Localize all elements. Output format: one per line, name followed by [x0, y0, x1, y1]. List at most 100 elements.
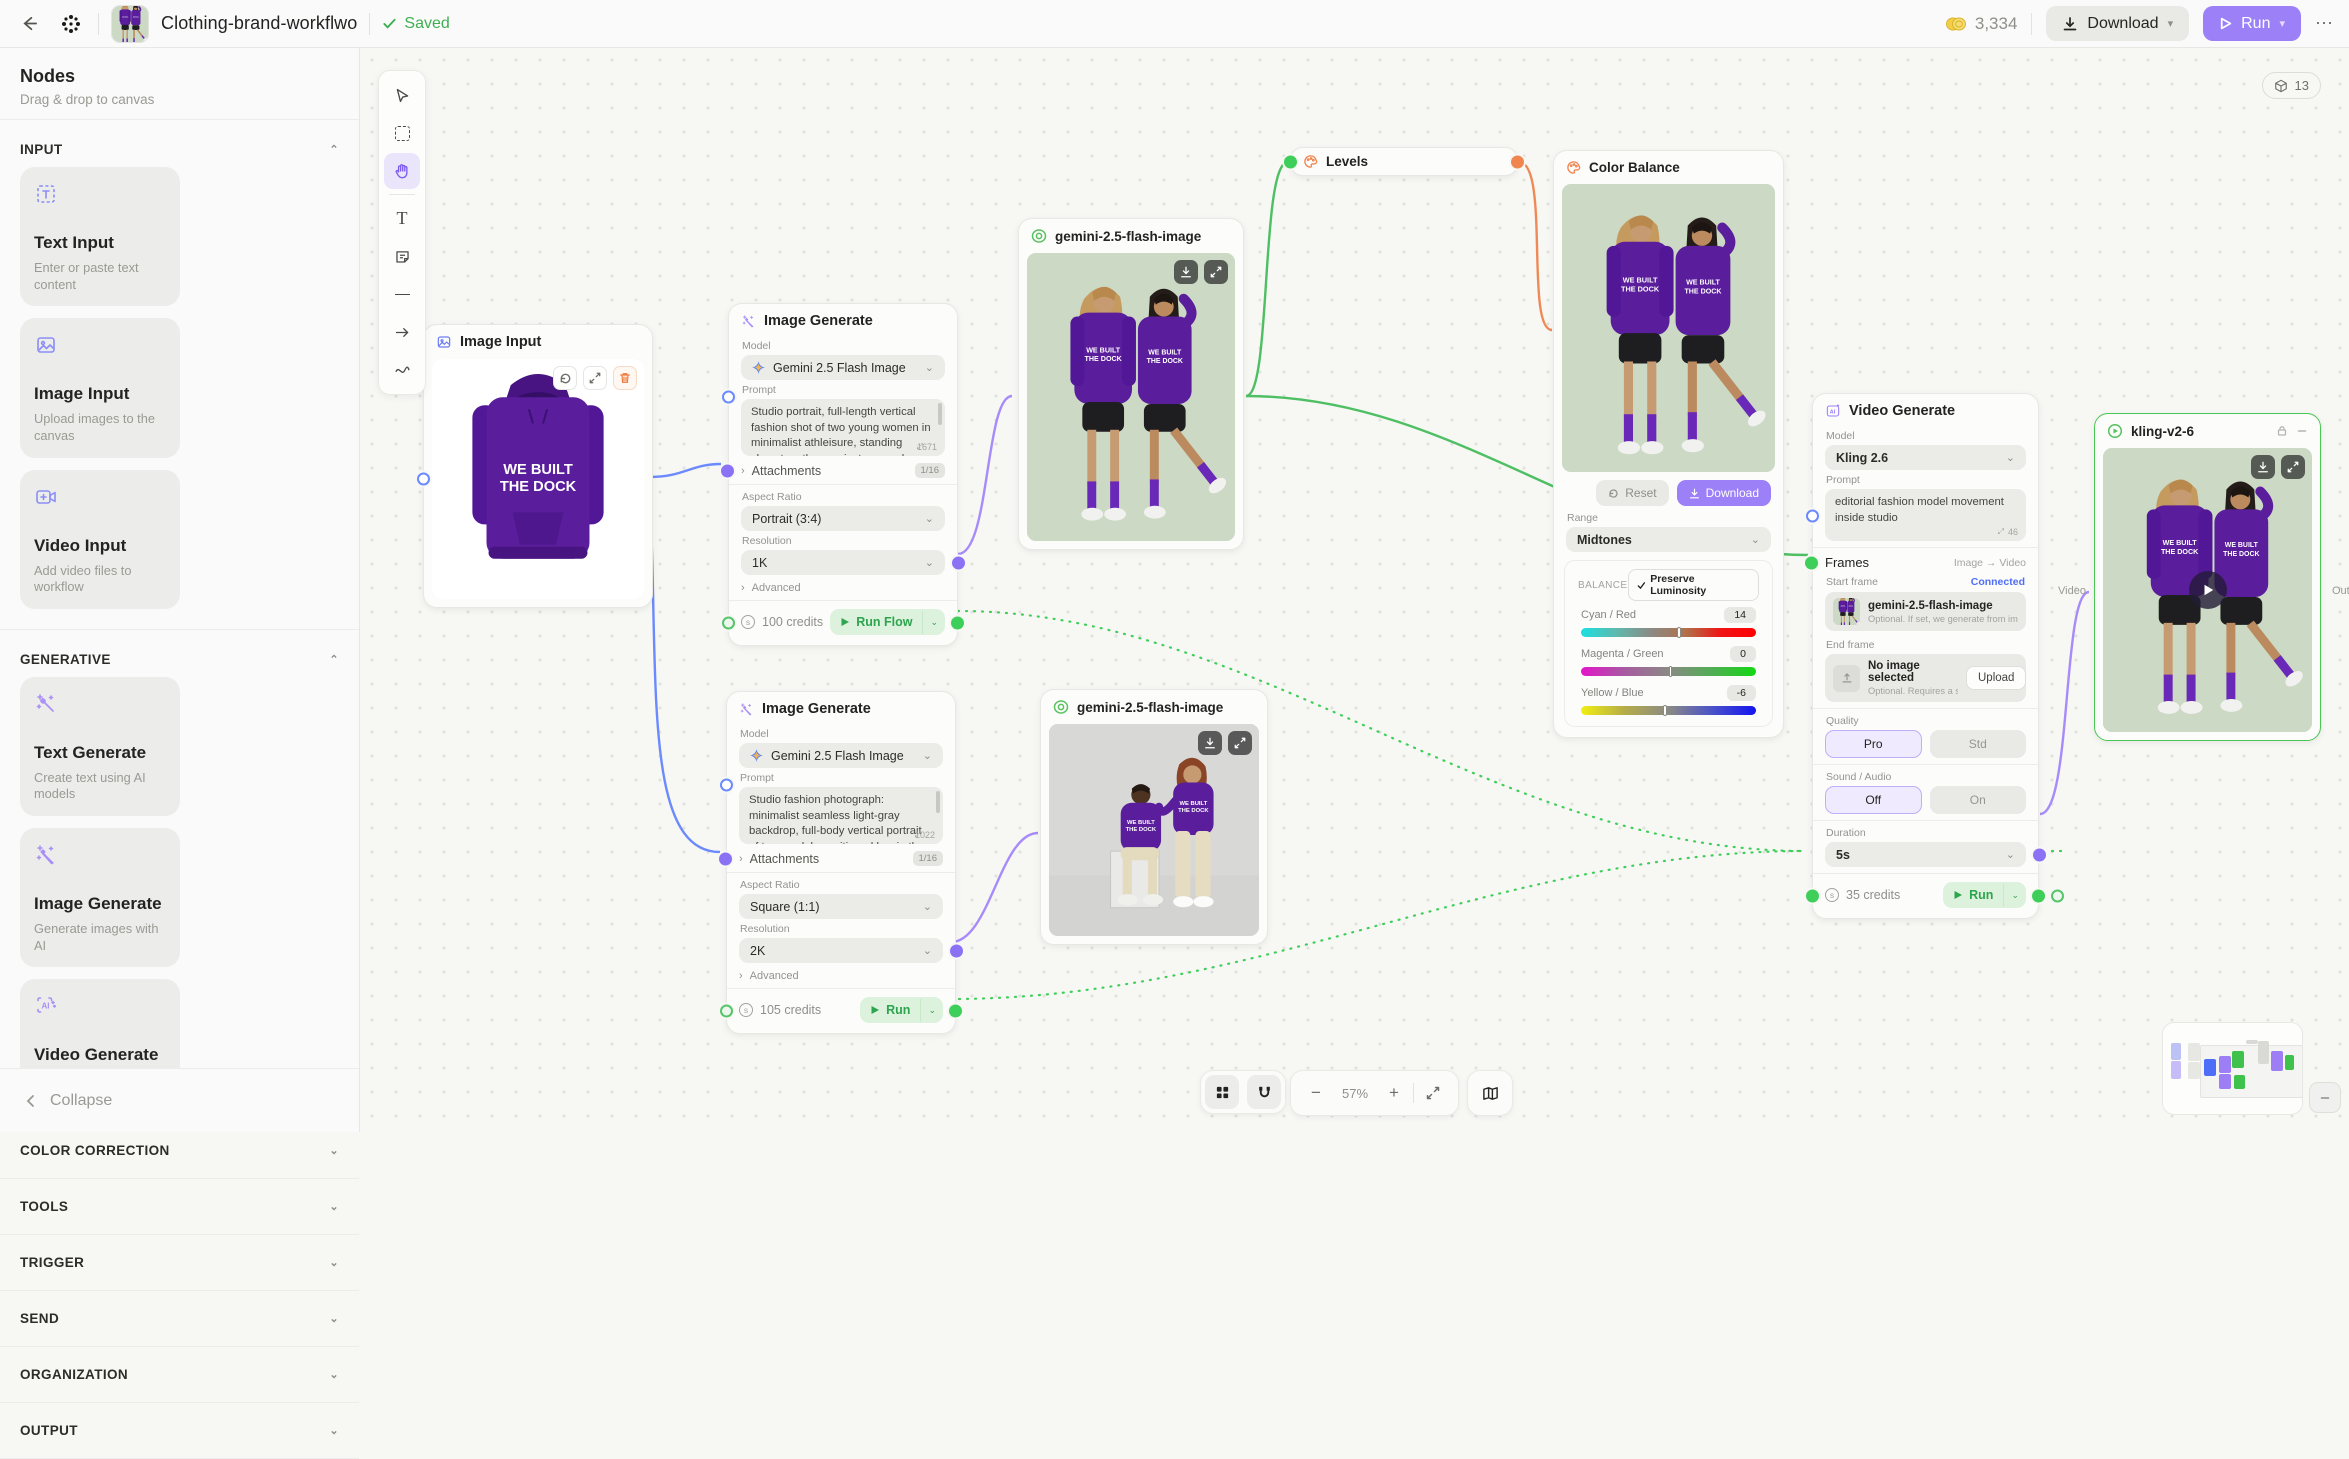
node-video-generate[interactable]: AI Video Generate Model Kling 2.6⌄ Promp…: [1812, 393, 2039, 919]
start-frame-item[interactable]: gemini-2.5-flash-image Optional. If set,…: [1825, 592, 2026, 631]
node-image-generate-2[interactable]: Image Generate Model Gemini 2.5 Flash Im…: [726, 691, 956, 1034]
section-organization[interactable]: ORGANIZATION⌄: [0, 1347, 359, 1403]
card-text-input[interactable]: Text Input Enter or paste text content: [20, 167, 180, 306]
more-menu-button[interactable]: ⋯: [2315, 13, 2335, 34]
attachments-row[interactable]: › Attachments 1/16: [739, 851, 943, 866]
workflow-title[interactable]: Clothing-brand-workflwo: [161, 13, 357, 34]
upload-button[interactable]: Upload: [1966, 666, 2026, 690]
run-output-port[interactable]: [951, 617, 964, 630]
levels-output-port[interactable]: [1511, 155, 1524, 168]
node-kling-video[interactable]: kling-v2-6: [2094, 413, 2321, 741]
prompt-input-port[interactable]: [1806, 510, 1819, 523]
zoom-in-button[interactable]: +: [1379, 1078, 1409, 1108]
node-count-badge[interactable]: 13: [2262, 72, 2321, 99]
line-tool[interactable]: [384, 276, 420, 312]
generated-image-preview[interactable]: [1027, 253, 1235, 541]
model-select[interactable]: Gemini 2.5 Flash Image ⌄: [739, 743, 943, 768]
prompt-input-port[interactable]: [720, 779, 733, 792]
video-output-port[interactable]: [2033, 848, 2046, 861]
image-input-port[interactable]: [417, 473, 430, 486]
attachments-row[interactable]: › Attachments 1/16: [741, 463, 945, 478]
marquee-tool[interactable]: [384, 115, 420, 151]
run-input-port[interactable]: [1806, 890, 1819, 903]
advanced-row[interactable]: › Advanced: [739, 970, 943, 982]
image-input-preview[interactable]: [432, 359, 644, 599]
card-video-input[interactable]: Video Input Add video files to workflow: [20, 470, 180, 609]
color-balance-preview[interactable]: [1562, 184, 1775, 472]
run-input-port[interactable]: [720, 1005, 733, 1018]
back-button[interactable]: [14, 9, 44, 39]
run-chain-port[interactable]: [2051, 890, 2064, 903]
sound-on-option[interactable]: On: [1930, 786, 2027, 814]
replace-image-button[interactable]: [553, 366, 577, 390]
attachments-input-port[interactable]: [719, 852, 732, 865]
section-generative[interactable]: GENERATIVE ⌃: [20, 644, 339, 677]
image-output-port[interactable]: [952, 556, 965, 569]
quality-std-option[interactable]: Std: [1930, 730, 2027, 758]
prompt-textarea[interactable]: editorial fashion model movement inside …: [1825, 489, 2026, 541]
arrow-tool[interactable]: [384, 314, 420, 350]
card-image-input[interactable]: Image Input Upload images to the canvas: [20, 318, 180, 457]
section-input[interactable]: INPUT ⌃: [20, 134, 339, 167]
download-image-button[interactable]: [1174, 260, 1198, 284]
snap-magnet-button[interactable]: [1247, 1075, 1281, 1109]
expand-prompt-icon[interactable]: ⤢: [1998, 526, 2004, 537]
minimap-toggle-button[interactable]: [1467, 1070, 1513, 1116]
download-video-button[interactable]: [2251, 455, 2275, 479]
range-select[interactable]: Midtones⌄: [1566, 527, 1771, 552]
prompt-input-port[interactable]: [722, 391, 735, 404]
prompt-textarea[interactable]: Studio fashion photograph: minimalist se…: [739, 787, 943, 844]
prompt-textarea[interactable]: Studio portrait, full-length vertical fa…: [741, 399, 945, 456]
run-output-port[interactable]: [949, 1005, 962, 1018]
sound-off-option[interactable]: Off: [1825, 786, 1922, 814]
run-flow-button[interactable]: Run Flow ⌄: [830, 609, 945, 635]
note-tool[interactable]: [384, 238, 420, 274]
run-options-chevron[interactable]: ⌄: [2003, 884, 2026, 907]
preserve-luminosity-toggle[interactable]: Preserve Luminosity: [1628, 569, 1760, 601]
lock-icon[interactable]: [2276, 425, 2288, 437]
curve-tool[interactable]: [384, 352, 420, 388]
node-color-balance[interactable]: Color Balance Reset Download Range Midto…: [1553, 150, 1784, 738]
hand-tool[interactable]: [384, 153, 420, 189]
video-preview[interactable]: [2103, 448, 2312, 732]
grid-toggle-button[interactable]: [1205, 1075, 1239, 1109]
download-button[interactable]: Download ▾: [2046, 6, 2189, 41]
slider-magenta-green[interactable]: Magenta / Green0: [1581, 646, 1756, 676]
expand-image-button[interactable]: [1228, 731, 1252, 755]
model-select[interactable]: Kling 2.6⌄: [1825, 445, 2026, 470]
run-button[interactable]: Run ▾: [2203, 6, 2301, 41]
workflow-canvas[interactable]: T 13 Image Input Image Generat: [360, 48, 2349, 1132]
expand-image-button[interactable]: [583, 366, 607, 390]
slider-cyan-red[interactable]: Cyan / Red14: [1581, 607, 1756, 637]
end-frame-item[interactable]: No image selected Optional. Requires a s…: [1825, 654, 2026, 702]
image-output-port[interactable]: [950, 944, 963, 957]
section-trigger[interactable]: TRIGGER⌄: [0, 1235, 359, 1291]
expand-image-button[interactable]: [1204, 260, 1228, 284]
app-logo-icon[interactable]: [56, 9, 86, 39]
collapse-sidebar-button[interactable]: Collapse: [0, 1068, 359, 1132]
node-gemini-image-1[interactable]: gemini-2.5-flash-image: [1018, 218, 1244, 550]
node-levels[interactable]: Levels: [1290, 147, 1518, 176]
section-output[interactable]: OUTPUT⌄: [0, 1403, 359, 1459]
section-tools[interactable]: TOOLS⌄: [0, 1179, 359, 1235]
aspect-ratio-select[interactable]: Portrait (3:4)⌄: [741, 506, 945, 531]
node-image-generate-1[interactable]: Image Generate Model Gemini 2.5 Flash Im…: [728, 303, 958, 646]
delete-node-button[interactable]: [613, 366, 637, 390]
select-tool[interactable]: [384, 77, 420, 113]
reset-button[interactable]: Reset: [1596, 480, 1668, 506]
node-gemini-image-2[interactable]: gemini-2.5-flash-image: [1040, 689, 1268, 945]
text-tool[interactable]: T: [384, 200, 420, 236]
resolution-select[interactable]: 2K⌄: [739, 938, 943, 963]
collapsed-panel-button[interactable]: [2309, 1082, 2341, 1113]
collapse-node-icon[interactable]: [2296, 425, 2308, 437]
model-select[interactable]: Gemini 2.5 Flash Image ⌄: [741, 355, 945, 380]
slider-yellow-blue[interactable]: Yellow / Blue-6: [1581, 685, 1756, 715]
run-input-port[interactable]: [722, 617, 735, 630]
resolution-select[interactable]: 1K⌄: [741, 550, 945, 575]
expand-video-button[interactable]: [2281, 455, 2305, 479]
fit-view-button[interactable]: [1418, 1078, 1448, 1108]
aspect-ratio-select[interactable]: Square (1:1)⌄: [739, 894, 943, 919]
node-image-input[interactable]: Image Input: [423, 324, 653, 608]
generated-image-preview[interactable]: [1049, 724, 1259, 936]
duration-select[interactable]: 5s⌄: [1825, 842, 2026, 867]
